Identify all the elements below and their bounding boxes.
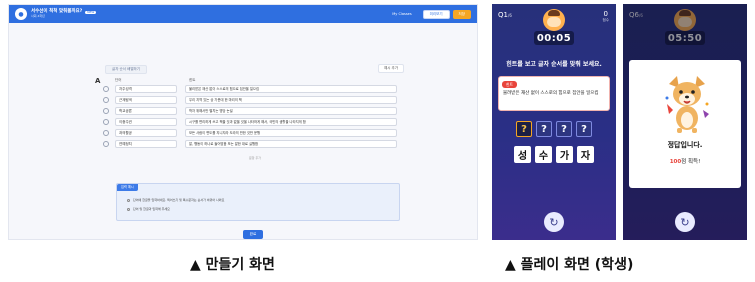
answer-slot[interactable]: ?	[556, 121, 572, 137]
points-earned: 100점 획득!	[629, 157, 741, 165]
save-button[interactable]: 저장	[452, 9, 471, 19]
hint-box: 힌트 물려받은 재산 없이 스스로의 힘으로 집안을 일으킴	[498, 76, 610, 111]
play-screen-result: Q6/6 05:50 정답입니다. 100점 획득! ↻	[623, 4, 747, 240]
guide-line: 단어에 한글을 입력하세요. 띄어쓰기 및 특수문자는 순서가 바뀌어 나와요	[127, 198, 224, 202]
hint-input[interactable]: 학자 위해서만 펼치는 명당 논설	[185, 107, 397, 115]
word-input[interactable]: 자주성격	[115, 85, 177, 93]
reset-icon[interactable]: ↻	[675, 212, 695, 232]
word-input[interactable]: 학교공론	[115, 107, 177, 115]
instruction-text: 힌트를 보고 글자 순서를 맞춰 보세요.	[506, 61, 602, 68]
column-header-hint: 힌트	[189, 78, 196, 82]
hint-input[interactable]: 말, 행동이 하나로 들어맞음 또는 말한 대로 실행함	[185, 140, 397, 148]
guide-title: 입력 예시	[117, 184, 138, 191]
done-button[interactable]: 완료	[243, 230, 263, 239]
hint-input[interactable]: 시구를 편리하게 쓰고 책을 것과 없을 것을 나타하게 해서, 국민의 생활을…	[185, 118, 397, 126]
answer-slot[interactable]: ?	[516, 121, 532, 137]
letter-tile[interactable]: 가	[556, 146, 573, 163]
score-display: 0 점수	[603, 11, 609, 23]
mascot-icon	[543, 9, 565, 31]
play-screen-question: Q1/6 0 점수 00:05 힌트를 보고 글자 순서를 맞춰 보세요. 힌트…	[492, 4, 616, 240]
hint-input[interactable]: 모든 사람이 편도를 지니지라 도라의 만한 것만 운행	[185, 129, 397, 137]
column-letter: A	[95, 77, 101, 85]
app-logo-icon: ●	[15, 8, 27, 20]
hint-input[interactable]: 우리 지역 있는 상 가운데 한 마리의 책	[185, 96, 397, 104]
hint-tag: 힌트	[502, 81, 517, 88]
row-select-radio[interactable]	[103, 141, 109, 147]
row-select-radio[interactable]	[103, 108, 109, 114]
letter-tile[interactable]: 수	[535, 146, 552, 163]
preview-button[interactable]: 미리보기	[422, 9, 450, 19]
hint-input[interactable]: 불리받은 재산 없이 스스로의 힘으로 집안을 일으킴	[185, 85, 397, 93]
game-type-tag[interactable]: 글자 순서 배열하기	[105, 65, 147, 74]
bullet-icon	[127, 198, 130, 202]
letter-tile[interactable]: 성	[514, 146, 531, 163]
guide-line: 단어 및 한글과 입력해 주세요	[127, 207, 170, 211]
input-guide-box: 입력 예시 단어에 한글을 입력하세요. 띄어쓰기 및 특수문자는 순서가 바뀌…	[116, 183, 400, 221]
result-text: 정답입니다.	[667, 141, 703, 149]
points-suffix: 점 획득!	[681, 159, 701, 165]
reset-icon[interactable]: ↻	[544, 212, 564, 232]
table-row: 이중주권 시구를 편리하게 쓰고 책을 것과 없을 것을 나타하게 해서, 국민…	[103, 118, 403, 126]
editor-subtitle: 사회·4학년	[31, 14, 45, 19]
column-header-word: 단어	[115, 78, 122, 82]
score-label: 점수	[602, 18, 609, 22]
answer-slot[interactable]: ?	[576, 121, 592, 137]
guide-line-text: 단어 및 한글과 입력해 주세요	[133, 207, 170, 211]
answer-slots: ? ? ? ?	[492, 121, 616, 137]
score-value: 0	[603, 10, 608, 18]
caption-editor: ▲ 만들기 화면	[190, 257, 275, 273]
caption-play: ▲ 플레이 화면 (학생)	[505, 257, 634, 273]
bullet-icon	[127, 207, 130, 211]
editor-header: ● 서수선이 척척 맞춰볼까요? NEW 사회·4학년 My Classes 미…	[9, 5, 477, 23]
result-modal: 정답입니다. 100점 획득!	[629, 60, 741, 188]
page-root: ● 서수선이 척척 맞춰볼까요? NEW 사회·4학년 My Classes 미…	[0, 0, 755, 282]
timer: 00:05	[534, 31, 574, 45]
new-badge: NEW	[85, 9, 97, 14]
answer-slot[interactable]: ?	[536, 121, 552, 137]
word-input[interactable]: 과의활공	[115, 129, 177, 137]
add-example-button[interactable]: 예시 추가	[378, 64, 404, 73]
table-row: 학교공론 학자 위해서만 펼치는 명당 논설	[103, 107, 403, 115]
hint-text: 물려받은 재산 없이 스스로의 힘으로 집안을 일으킴	[503, 91, 599, 96]
word-input[interactable]: 이중주권	[115, 118, 177, 126]
letter-tiles: 성 수 가 자	[492, 146, 616, 163]
table-row: 과의활공 모든 사람이 편도를 지니지라 도라의 만한 것만 운행	[103, 129, 403, 137]
editor-screen: ● 서수선이 척척 맞춰볼까요? NEW 사회·4학년 My Classes 미…	[8, 4, 478, 240]
question-total: /6	[507, 13, 512, 18]
row-select-radio[interactable]	[103, 130, 109, 136]
editor-title-block: 서수선이 척척 맞춰볼까요? NEW 사회·4학년	[31, 9, 97, 19]
add-question-button[interactable]: 문항 추가	[249, 156, 261, 160]
question-counter: Q1/6	[498, 11, 512, 19]
row-select-radio[interactable]	[103, 97, 109, 103]
table-row: 자주성격 불리받은 재산 없이 스스로의 힘으로 집안을 일으킴	[103, 85, 403, 93]
guide-line-text: 단어에 한글을 입력하세요. 띄어쓰기 및 특수문자는 순서가 바뀌어 나와요	[133, 198, 225, 202]
table-row: 연예정치 말, 행동이 하나로 들어맞음 또는 말한 대로 실행함	[103, 140, 403, 148]
row-select-radio[interactable]	[103, 119, 109, 125]
letter-tile[interactable]: 자	[577, 146, 594, 163]
word-input[interactable]: 연예정치	[115, 140, 177, 148]
word-input[interactable]: 근계탐색	[115, 96, 177, 104]
table-row: 근계탐색 우리 지역 있는 상 가운데 한 마리의 책	[103, 96, 403, 104]
corgi-celebration-icon	[665, 76, 709, 133]
question-number: Q1	[498, 11, 508, 19]
row-select-radio[interactable]	[103, 86, 109, 92]
my-classes-link[interactable]: My Classes	[392, 12, 411, 16]
points-value: 100	[669, 159, 682, 165]
